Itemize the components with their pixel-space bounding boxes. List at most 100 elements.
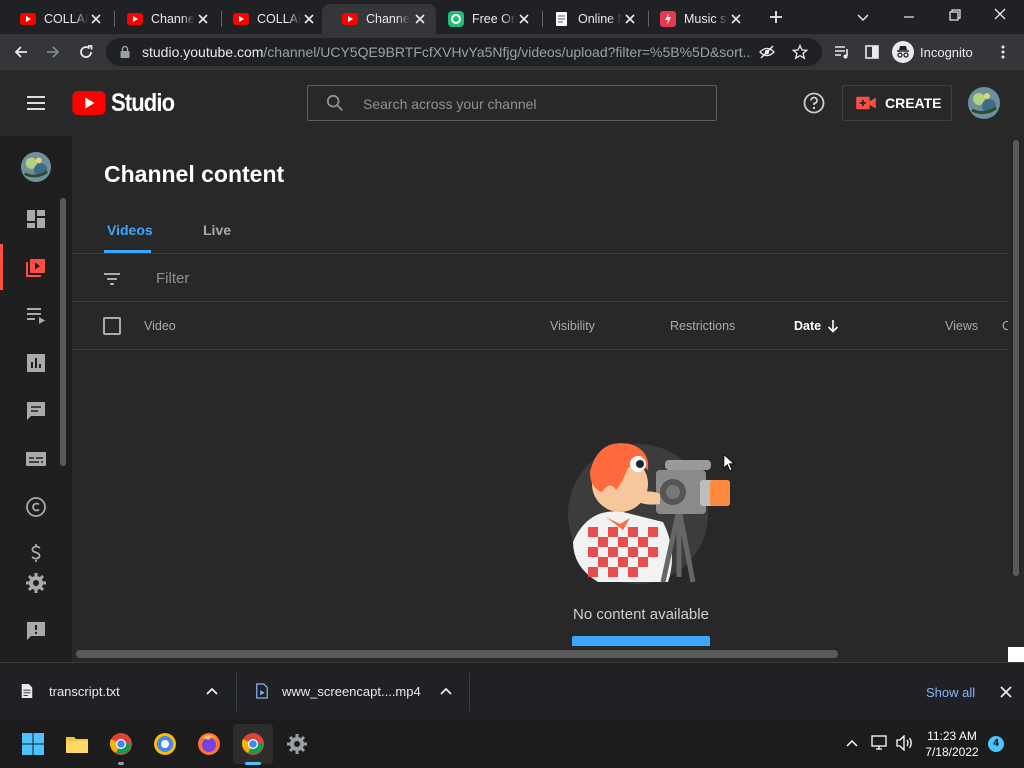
- chevron-up-icon[interactable]: [205, 686, 219, 696]
- tab-videos[interactable]: Videos: [107, 222, 153, 238]
- create-label: CREATE: [885, 95, 942, 111]
- left-sidebar: [0, 136, 72, 662]
- dashboard-icon: [27, 210, 45, 228]
- browser-tab-5[interactable]: Free Online: [428, 4, 540, 34]
- file-explorer-icon[interactable]: [65, 732, 89, 756]
- close-icon[interactable]: [516, 11, 532, 27]
- tab-search-chevron-icon[interactable]: [855, 9, 871, 25]
- empty-state-camera-illustration: [568, 443, 730, 584]
- settings-gear-icon[interactable]: [285, 732, 309, 756]
- help-icon[interactable]: [803, 92, 825, 114]
- search-input[interactable]: [363, 94, 683, 114]
- column-video: Video: [144, 319, 176, 333]
- sidebar-item-settings[interactable]: [0, 560, 72, 606]
- youtube-logo-icon: [72, 91, 106, 115]
- studio-logo[interactable]: Studio: [72, 88, 183, 117]
- create-button[interactable]: CREATE: [842, 85, 952, 121]
- address-bar[interactable]: studio.youtube.com/channel/UCY5QE9BRTFcf…: [106, 38, 822, 66]
- incognito-label: Incognito: [920, 44, 973, 60]
- download-item-2[interactable]: www_screencapt....mp4: [237, 663, 469, 721]
- side-panel-icon[interactable]: [864, 44, 880, 60]
- close-icon[interactable]: [622, 11, 638, 27]
- sidebar-item-copyright[interactable]: [0, 484, 72, 530]
- channel-avatar[interactable]: [20, 151, 52, 183]
- show-all-downloads-link[interactable]: Show all: [926, 685, 975, 700]
- tab-title: Channel content: [366, 12, 410, 26]
- new-tab-icon[interactable]: [768, 9, 784, 25]
- download-filename: www_screencapt....mp4: [282, 684, 421, 699]
- notification-badge[interactable]: 4: [988, 736, 1004, 752]
- back-arrow-icon[interactable]: [13, 44, 29, 60]
- browser-tab-4-active[interactable]: Channel content: [322, 4, 436, 34]
- close-icon[interactable]: [195, 11, 211, 27]
- studio-header: Studio CREATE: [0, 70, 1024, 136]
- browser-toolbar: studio.youtube.com/channel/UCY5QE9BRTFcf…: [0, 34, 1024, 70]
- tab-title: COLLAB: [44, 12, 88, 26]
- account-avatar[interactable]: [967, 86, 1001, 120]
- chrome-icon[interactable]: [109, 732, 133, 756]
- analytics-icon: [27, 354, 45, 372]
- forward-arrow-icon[interactable]: [45, 44, 61, 60]
- url-path: /channel/UCY5QE9BRTFcfXVHvYa5Nfjg/videos…: [263, 44, 752, 60]
- lock-icon[interactable]: [118, 45, 132, 59]
- more-vert-icon[interactable]: [995, 44, 1011, 60]
- star-icon[interactable]: [792, 44, 808, 60]
- reload-icon[interactable]: [78, 44, 94, 60]
- copyright-icon: [26, 497, 46, 517]
- chevron-up-icon[interactable]: [439, 686, 453, 696]
- close-icon[interactable]: [301, 11, 317, 27]
- downloads-bar: transcript.txt www_screencapt....mp4 Sho…: [0, 662, 1024, 720]
- select-all-checkbox[interactable]: [103, 317, 121, 335]
- studio-logo-text: Studio: [111, 88, 175, 117]
- system-tray-chevron-icon[interactable]: [845, 738, 859, 748]
- horizontal-scrollbar[interactable]: [76, 650, 838, 658]
- tab-title: Free Online: [472, 12, 516, 26]
- page-vertical-scrollbar[interactable]: [1013, 140, 1019, 576]
- close-icon[interactable]: [412, 11, 428, 27]
- music-app-icon: [660, 11, 676, 27]
- browser-tab-6[interactable]: Online Notepad: [534, 4, 646, 34]
- restore-icon[interactable]: [947, 7, 963, 23]
- channel-search-box[interactable]: [307, 85, 717, 121]
- minimize-icon[interactable]: [901, 9, 917, 25]
- close-icon[interactable]: [88, 11, 104, 27]
- media-playlist-icon[interactable]: [834, 44, 850, 60]
- sidebar-scrollbar[interactable]: [60, 198, 66, 466]
- clock[interactable]: 11:23 AM 7/18/2022: [912, 728, 992, 760]
- youtube-studio-icon: [127, 13, 143, 25]
- window-close-icon[interactable]: [992, 6, 1008, 22]
- upload-videos-button[interactable]: [572, 636, 710, 646]
- network-icon[interactable]: [871, 735, 889, 751]
- chrome-incognito-icon[interactable]: [153, 732, 177, 756]
- filter-input[interactable]: [156, 268, 556, 288]
- url-text: studio.youtube.com/channel/UCY5QE9BRTFcf…: [142, 44, 752, 60]
- video-library-icon: [26, 259, 45, 277]
- eye-slash-icon[interactable]: [759, 44, 775, 60]
- filter-icon[interactable]: [102, 269, 122, 289]
- browser-tab-7[interactable]: Music sync: [640, 4, 752, 34]
- download-item-1[interactable]: transcript.txt: [0, 663, 236, 721]
- video-file-icon: [256, 683, 268, 699]
- browser-tab-1[interactable]: COLLAB: [0, 4, 112, 34]
- hamburger-menu-icon[interactable]: [26, 93, 46, 113]
- search-icon: [326, 94, 343, 111]
- close-icon[interactable]: [728, 11, 744, 27]
- page-title: Channel content: [104, 161, 285, 187]
- tab-title: Channel content - YouTube Studio: [151, 12, 195, 26]
- windows-start-icon[interactable]: [21, 732, 45, 756]
- clock-date: 7/18/2022: [925, 745, 979, 759]
- feedback-icon: [27, 622, 45, 640]
- close-downloads-icon[interactable]: [999, 685, 1013, 699]
- text-file-icon: [21, 684, 33, 698]
- browser-tab-2[interactable]: Channel content - YouTube Studio: [107, 4, 219, 34]
- incognito-indicator[interactable]: Incognito: [892, 40, 973, 64]
- firefox-icon[interactable]: [197, 732, 221, 756]
- browser-tab-3[interactable]: COLLAB: [213, 4, 325, 34]
- comments-icon: [27, 402, 45, 420]
- tab-live[interactable]: Live: [203, 222, 231, 238]
- windows-taskbar: 11:23 AM 7/18/2022 4: [0, 720, 1024, 768]
- chrome-active-icon[interactable]: [241, 732, 265, 756]
- sidebar-item-feedback[interactable]: [0, 608, 72, 654]
- playlist-icon: [27, 308, 45, 324]
- column-date-sort[interactable]: Date: [794, 319, 839, 333]
